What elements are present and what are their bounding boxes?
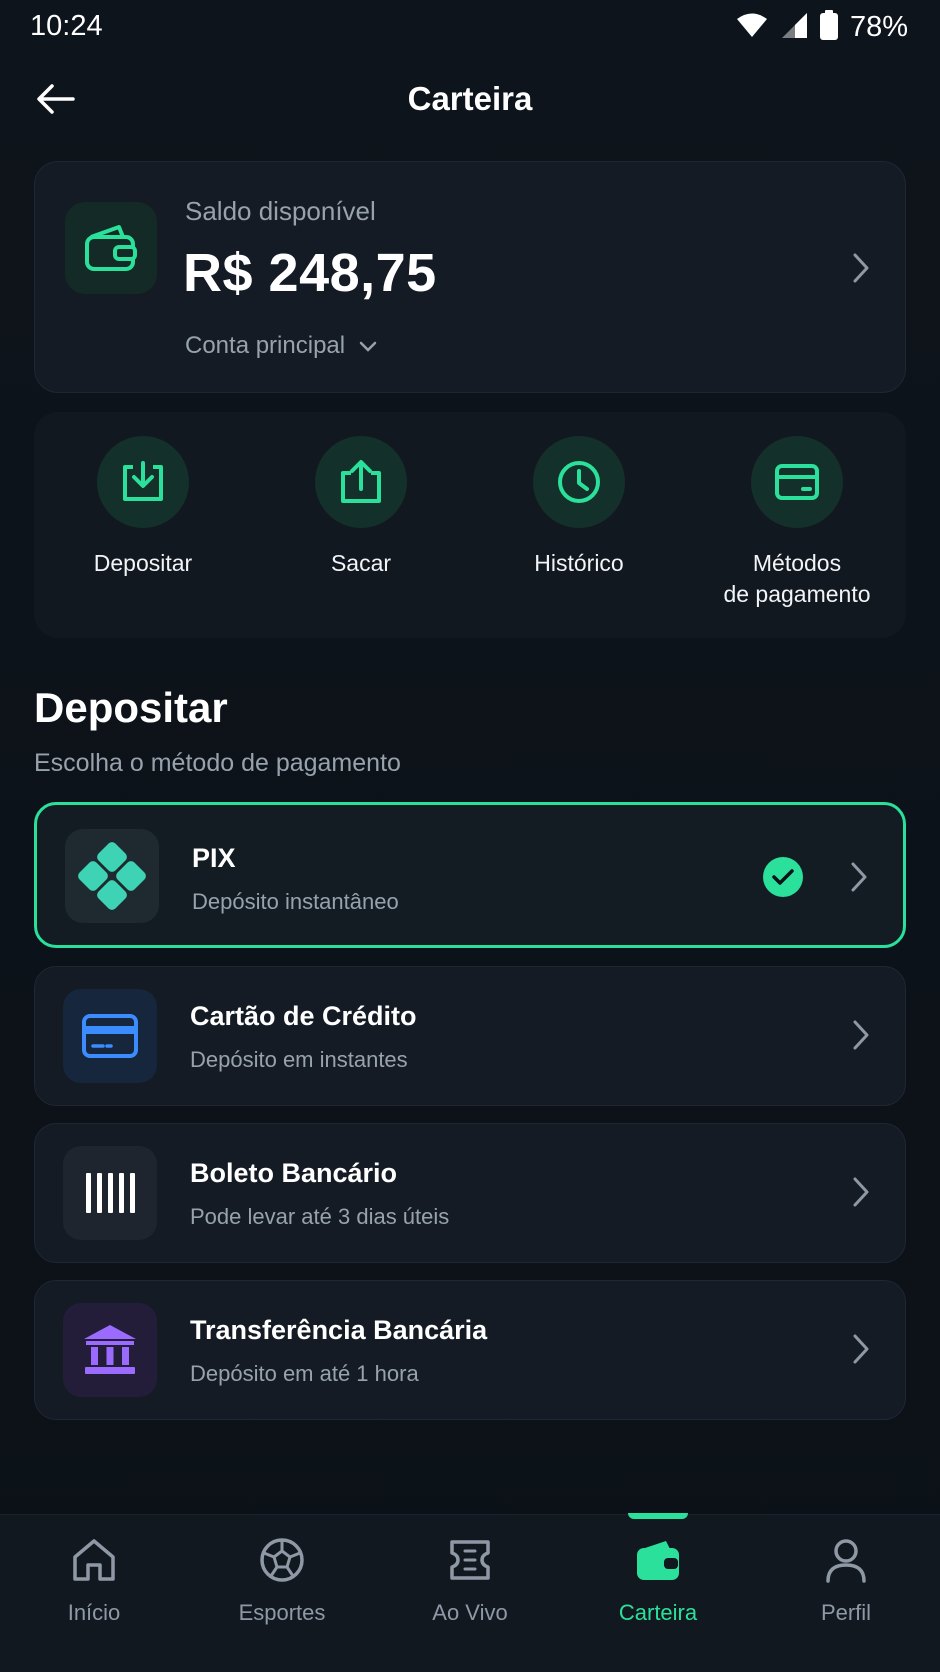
action-deposit-button[interactable]: Depositar [34,436,252,579]
ticket-icon [447,1537,493,1588]
action-label: Depositar [93,550,193,576]
action-withdraw-button[interactable]: Sacar [252,436,470,579]
method-name: PIX [192,843,236,873]
balance-card[interactable]: Saldo disponível R$ 248,75 Conta princip… [34,161,906,393]
signal-icon [780,11,808,44]
status-bar: 10:24 78% [0,0,940,52]
method-name: Cartão de Crédito [190,1001,417,1031]
chevron-right-icon [851,252,871,289]
method-name: Transferência Bancária [190,1315,488,1345]
section-subtitle: Escolha o método de pagamento [34,749,401,777]
method-desc: Depósito instantâneo [192,889,399,914]
quick-actions: Depositar Sacar Histórico Métodos de pag… [34,412,906,638]
pix-icon [65,829,159,923]
download-icon [97,436,189,528]
status-icons: 78% [736,10,908,45]
action-label-line: de pagamento [723,581,871,607]
chevron-right-icon [851,1333,871,1370]
action-label-line: Métodos [752,550,842,576]
wifi-icon [736,12,768,43]
action-history-button[interactable]: Histórico [470,436,688,579]
payment-method-credit-card[interactable]: Cartão de Crédito Depósito em instantes [34,966,906,1106]
chevron-right-icon [851,1176,871,1213]
home-icon [70,1537,118,1588]
wallet-icon [65,202,157,294]
chevron-right-icon [851,1019,871,1056]
section-title: Depositar [34,684,228,731]
credit-card-icon [63,989,157,1083]
page-title: Carteira [407,80,533,117]
action-label: Métodos de pagamento [723,548,870,610]
method-desc: Depósito em até 1 hora [190,1361,419,1386]
balance-label: Saldo disponível [185,196,376,226]
bottom-nav: Início Esportes Ao Vivo Carteira Perfil [0,1514,940,1672]
nav-item-sports[interactable]: Esportes [188,1537,376,1626]
nav-label: Carteira [618,1600,698,1625]
active-tab-indicator [628,1513,688,1519]
nav-item-profile[interactable]: Perfil [752,1537,940,1626]
upload-icon [315,436,407,528]
check-icon [763,857,803,897]
action-label: Histórico [534,550,624,576]
payment-method-bank-transfer[interactable]: Transferência Bancária Depósito em até 1… [34,1280,906,1420]
battery-percent: 78% [849,11,908,43]
nav-item-wallet[interactable]: Carteira [564,1537,752,1626]
wallet-icon [634,1537,682,1588]
chevron-down-icon [359,332,377,360]
status-time: 10:24 [30,10,103,42]
chevron-right-icon [849,861,869,898]
nav-label: Ao Vivo [432,1600,508,1625]
account-name: Conta principal [185,332,346,359]
action-payment-methods-button[interactable]: Métodos de pagamento [688,436,906,610]
battery-icon [819,10,838,45]
nav-label: Esportes [238,1600,326,1625]
bank-icon [63,1303,157,1397]
wallet-screen: 10:24 78% Carteira Saldo disponível R$ 2… [0,0,940,1672]
payment-method-boleto[interactable]: Boleto Bancário Pode levar até 3 dias út… [34,1123,906,1263]
action-label: Sacar [330,550,392,576]
method-name: Boleto Bancário [190,1158,398,1188]
payment-method-pix[interactable]: PIX Depósito instantâneo [34,802,906,948]
nav-label: Início [67,1600,121,1625]
barcode-icon [63,1146,157,1240]
account-selector[interactable]: Conta principal [185,332,377,360]
card-icon [751,436,843,528]
clock-icon [533,436,625,528]
method-desc: Pode levar até 3 dias úteis [190,1204,450,1229]
nav-label: Perfil [820,1600,872,1625]
user-icon [823,1537,869,1588]
balance-value: R$ 248,75 [183,243,437,303]
method-desc: Depósito em instantes [190,1047,408,1072]
nav-item-live[interactable]: Ao Vivo [376,1537,564,1626]
soccer-ball-icon [259,1537,305,1588]
nav-item-home[interactable]: Início [0,1537,188,1626]
